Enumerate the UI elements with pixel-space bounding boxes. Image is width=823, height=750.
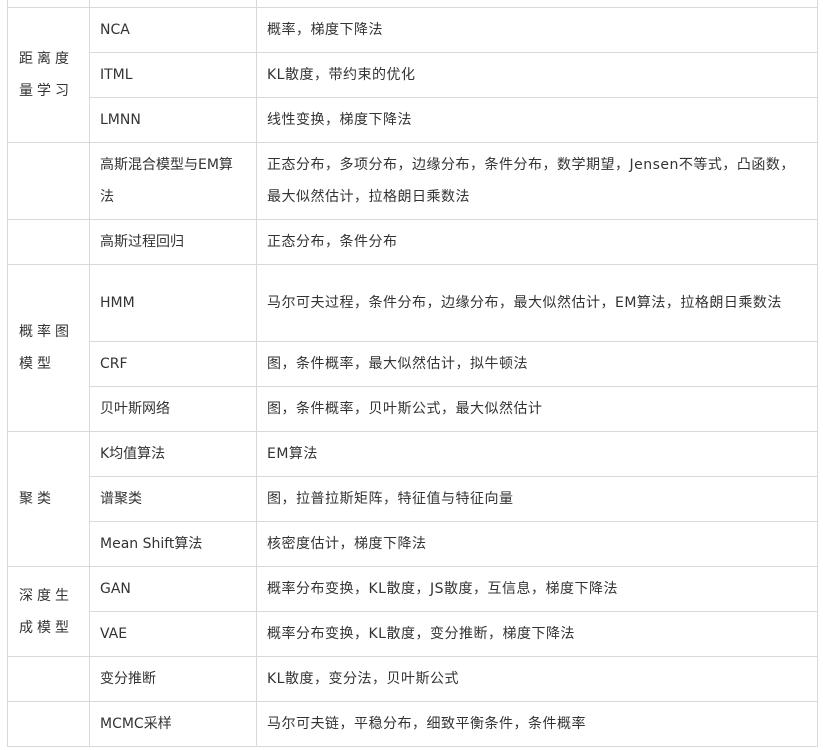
- model-cell: CRF: [89, 341, 257, 387]
- table-row: Mean Shift算法 核密度估计，梯度下降法: [8, 521, 818, 567]
- category-cell: 距离度量学习: [7, 7, 90, 143]
- table-row: 高斯过程回归 正态分布，条件分布: [7, 219, 818, 265]
- model-cell: [89, 0, 257, 8]
- math-cell: 马尔可夫链，平稳分布，细致平衡条件，条件概率: [256, 701, 818, 747]
- table-row: [7, 0, 818, 8]
- math-cell: EM算法: [256, 431, 818, 477]
- model-math-table: 距离度量学习 NCA 概率，梯度下降法 ITML KL散度，带约束的优化 LMN…: [7, 0, 818, 747]
- math-cell: 线性变换，梯度下降法: [256, 97, 818, 143]
- math-cell: 图，拉普拉斯矩阵，特征值与特征向量: [256, 476, 818, 522]
- table-row: VAE 概率分布变换，KL散度，变分推断，梯度下降法: [8, 611, 818, 657]
- category-cell: [7, 142, 90, 220]
- category-cell: 聚类: [7, 431, 90, 567]
- math-cell: 图，条件概率，贝叶斯公式，最大似然估计: [256, 386, 818, 432]
- category-cell: 概率图模型: [7, 264, 90, 432]
- table-row: 距离度量学习 NCA 概率，梯度下降法: [7, 7, 818, 143]
- model-cell: Mean Shift算法: [89, 521, 257, 567]
- math-cell: 概率分布变换，KL散度，JS散度，互信息，梯度下降法: [256, 566, 818, 612]
- table-row: 高斯混合模型与EM算法 正态分布，多项分布，边缘分布，条件分布，数学期望，Jen…: [7, 142, 818, 220]
- math-cell: KL散度，带约束的优化: [256, 52, 818, 98]
- math-cell: 核密度估计，梯度下降法: [256, 521, 818, 567]
- math-cell: 概率，梯度下降法: [256, 7, 818, 53]
- table-row: CRF 图，条件概率，最大似然估计，拟牛顿法: [8, 341, 818, 387]
- category-cell: [7, 0, 90, 8]
- model-cell: VAE: [89, 611, 257, 657]
- model-cell: GAN: [89, 566, 257, 612]
- math-cell: 马尔可夫过程，条件分布，边缘分布，最大似然估计，EM算法，拉格朗日乘数法: [256, 264, 818, 342]
- model-cell: 谱聚类: [89, 476, 257, 522]
- model-cell: 变分推断: [89, 656, 257, 702]
- table-row: 概率图模型 HMM 马尔可夫过程，条件分布，边缘分布，最大似然估计，EM算法，拉…: [7, 264, 818, 432]
- math-cell: 图，条件概率，最大似然估计，拟牛顿法: [256, 341, 818, 387]
- math-cell: [256, 0, 818, 8]
- category-cell: [7, 219, 90, 265]
- math-cell: 正态分布，条件分布: [256, 219, 818, 265]
- math-cell: KL散度，变分法，贝叶斯公式: [256, 656, 818, 702]
- table-row: 深度生成模型 GAN 概率分布变换，KL散度，JS散度，互信息，梯度下降法: [7, 566, 818, 657]
- category-cell: [7, 701, 90, 747]
- model-cell: LMNN: [89, 97, 257, 143]
- model-cell: NCA: [89, 7, 257, 53]
- math-cell: 正态分布，多项分布，边缘分布，条件分布，数学期望，Jensen不等式，凸函数，最…: [256, 142, 818, 220]
- model-cell: 贝叶斯网络: [89, 386, 257, 432]
- model-cell: 高斯过程回归: [89, 219, 257, 265]
- model-cell: MCMC采样: [89, 701, 257, 747]
- table-row: ITML KL散度，带约束的优化: [8, 52, 818, 98]
- model-cell: HMM: [89, 264, 257, 342]
- category-cell: [7, 656, 90, 702]
- table-row: 贝叶斯网络 图，条件概率，贝叶斯公式，最大似然估计: [8, 386, 818, 432]
- model-cell: K均值算法: [89, 431, 257, 477]
- table-row: 聚类 K均值算法 EM算法: [7, 431, 818, 567]
- category-cell: 深度生成模型: [7, 566, 90, 657]
- table-container: 距离度量学习 NCA 概率，梯度下降法 ITML KL散度，带约束的优化 LMN…: [0, 0, 823, 750]
- model-cell: ITML: [89, 52, 257, 98]
- table-row: LMNN 线性变换，梯度下降法: [8, 97, 818, 143]
- table-row: 谱聚类 图，拉普拉斯矩阵，特征值与特征向量: [8, 476, 818, 522]
- table-row: 变分推断 KL散度，变分法，贝叶斯公式: [7, 656, 818, 702]
- math-cell: 概率分布变换，KL散度，变分推断，梯度下降法: [256, 611, 818, 657]
- table-row: MCMC采样 马尔可夫链，平稳分布，细致平衡条件，条件概率: [7, 701, 818, 747]
- model-cell: 高斯混合模型与EM算法: [89, 142, 257, 220]
